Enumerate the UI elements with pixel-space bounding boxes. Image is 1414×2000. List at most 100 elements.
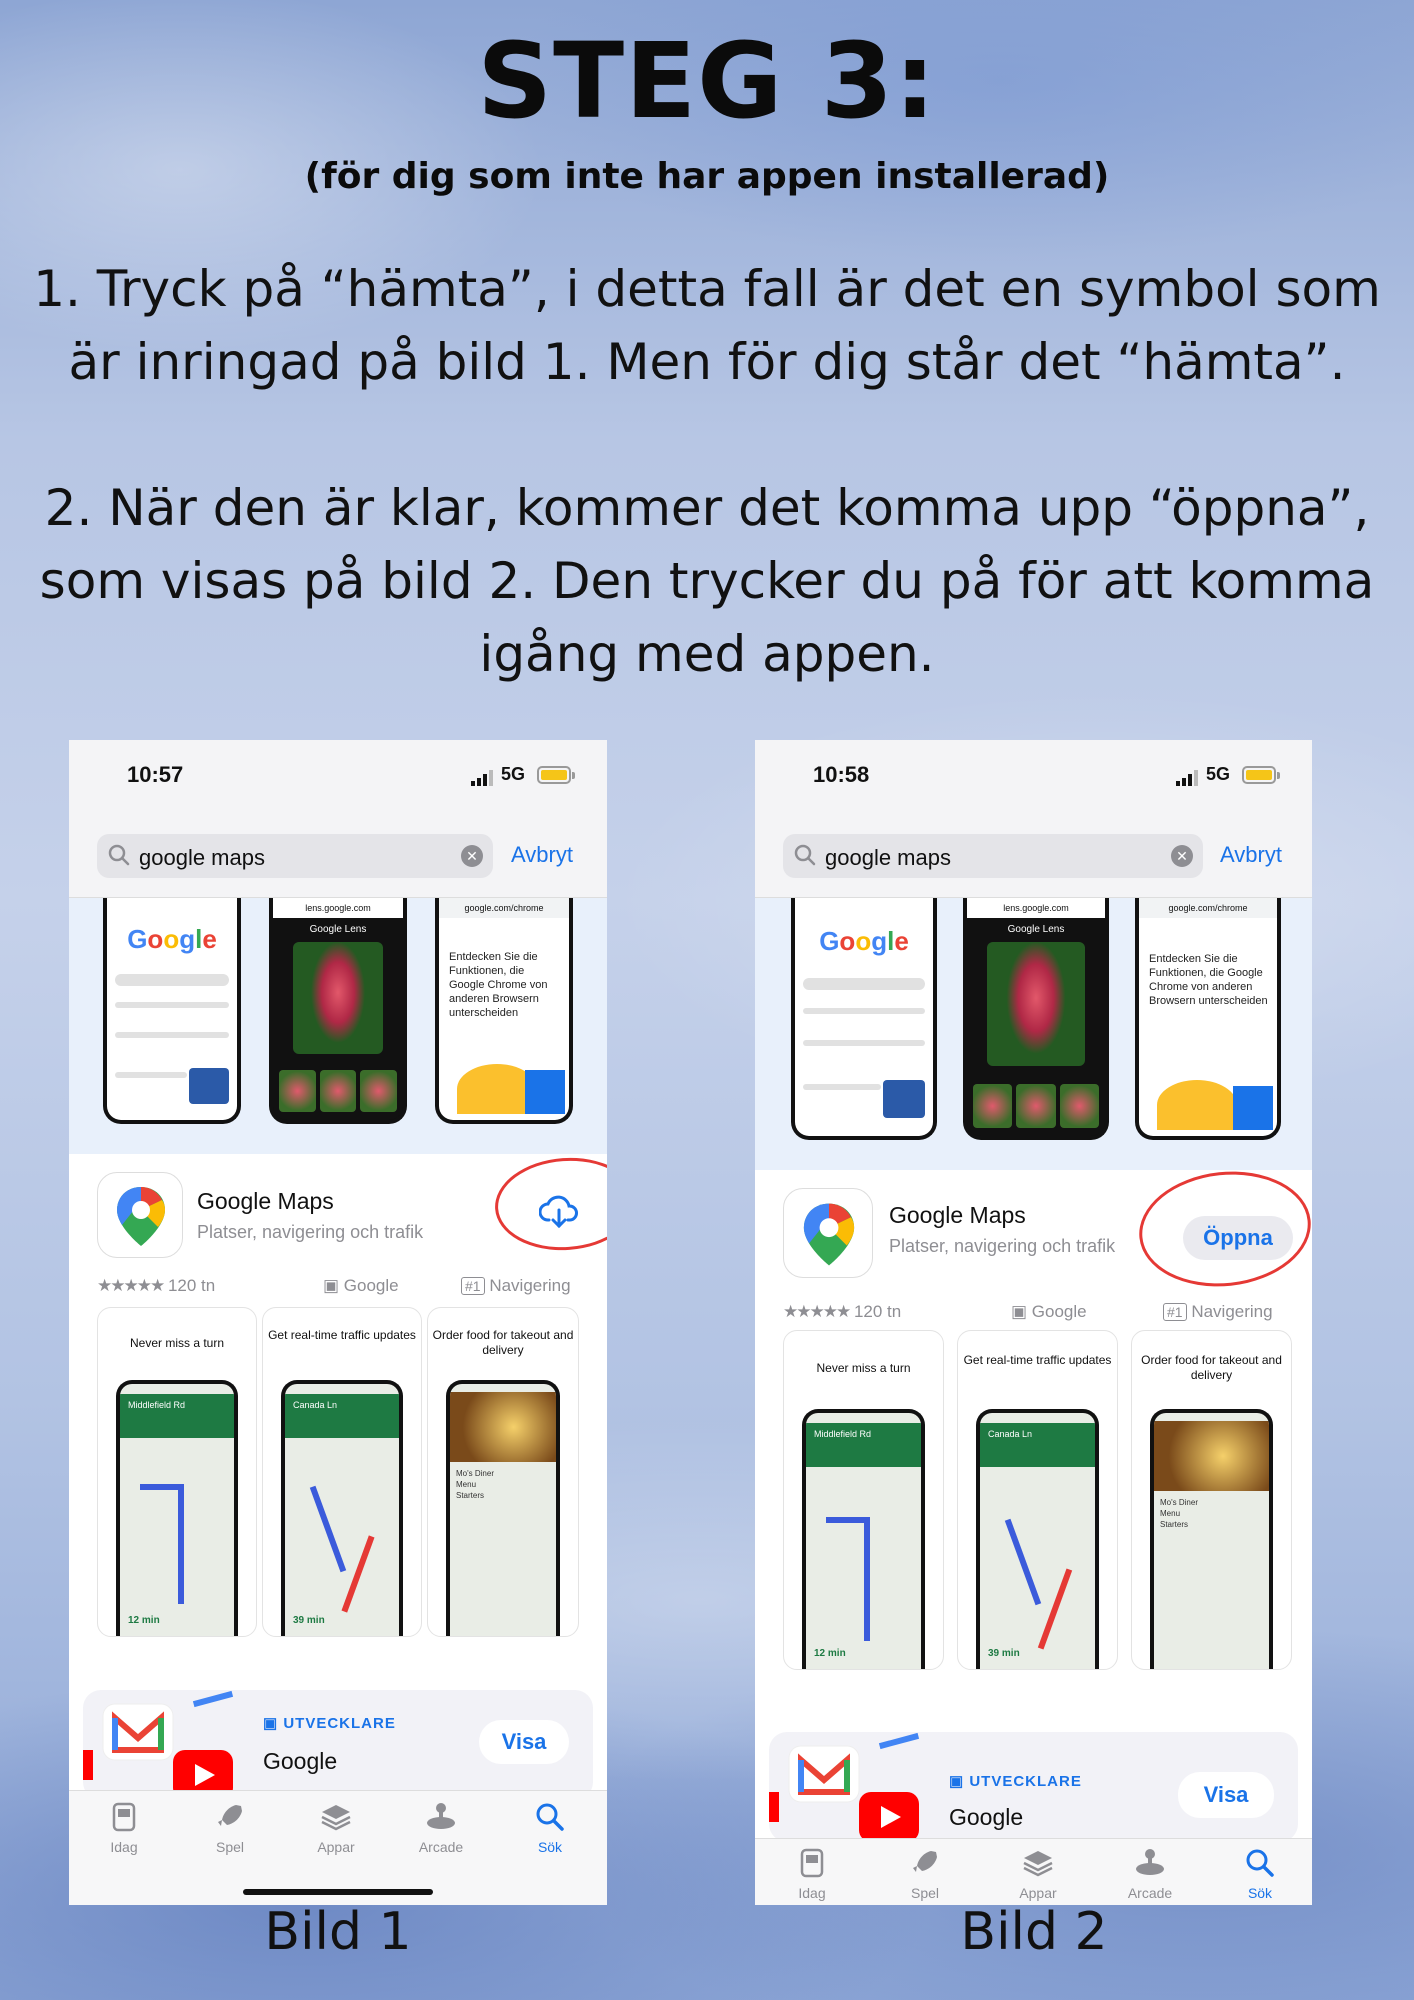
visa-button[interactable]: Visa bbox=[479, 1720, 569, 1764]
layers-icon bbox=[321, 1805, 351, 1831]
menu-preview: Mo's Diner Menu Starters bbox=[1160, 1498, 1198, 1529]
app-meta-row: ★★★★★ 120 tn ▣ Google #1 Navigering bbox=[97, 1276, 571, 1296]
rating-stars: ★★★★★ bbox=[783, 1302, 851, 1321]
app-screenshots-row[interactable]: Google lens.google.com Google Lens googl… bbox=[69, 898, 607, 1154]
tab-label: Idag bbox=[798, 1885, 826, 1901]
lens-url-bar: lens.google.com bbox=[967, 898, 1105, 918]
preview-caption: Never miss a turn bbox=[129, 1336, 225, 1350]
tab-sok[interactable]: Sök bbox=[1215, 1847, 1305, 1901]
screenshot-chrome: google.com/chrome Entdecken Sie die Funk… bbox=[1135, 898, 1281, 1140]
google-maps-app-icon[interactable] bbox=[97, 1172, 183, 1258]
tab-appar[interactable]: Appar bbox=[291, 1801, 381, 1855]
app-name[interactable]: Google Maps bbox=[197, 1188, 334, 1215]
preview-caption: Order food for takeout and delivery bbox=[1141, 1353, 1282, 1382]
search-query: google maps bbox=[139, 845, 265, 870]
tab-label: Arcade bbox=[418, 1839, 464, 1855]
google-maps-app-icon[interactable] bbox=[783, 1188, 873, 1278]
app-subtitle: Platser, navigering och trafik bbox=[197, 1222, 424, 1242]
preview-caption: Get real-time traffic updates bbox=[268, 1328, 416, 1342]
search-query: google maps bbox=[825, 845, 951, 870]
signal-icon bbox=[471, 770, 493, 786]
lens-url-bar: lens.google.com bbox=[273, 898, 403, 918]
app-name[interactable]: Google Maps bbox=[889, 1202, 1026, 1229]
preview-card: Never miss a turn Middlefield Rd 12 min bbox=[97, 1307, 257, 1637]
cancel-button[interactable]: Avbryt bbox=[1220, 842, 1282, 868]
preview-image bbox=[189, 1068, 229, 1104]
instruction-step-2: 2. När den är klar, kommer det komma upp… bbox=[39, 479, 1375, 683]
developer-name: Google bbox=[949, 1804, 1024, 1830]
preview-line bbox=[115, 1072, 187, 1078]
today-icon bbox=[112, 1802, 136, 1832]
developer-name: Google bbox=[263, 1748, 338, 1774]
preview-card: Get real-time traffic updates Canada Ln … bbox=[957, 1330, 1118, 1670]
red-circle-highlight bbox=[1133, 1163, 1312, 1295]
developer-apps-art bbox=[83, 1690, 234, 1800]
screenshot-google-lens: lens.google.com Google Lens bbox=[963, 898, 1109, 1140]
eta-label: 12 min bbox=[814, 1648, 846, 1659]
preview-line bbox=[803, 1008, 925, 1014]
preview-line bbox=[803, 1040, 925, 1046]
visa-button[interactable]: Visa bbox=[1178, 1772, 1274, 1818]
clear-search-icon[interactable]: ✕ bbox=[461, 845, 483, 867]
today-icon bbox=[800, 1848, 824, 1878]
app-listing-google-maps[interactable]: Google Maps Platser, navigering och traf… bbox=[755, 1163, 1312, 1321]
flower-image bbox=[293, 942, 383, 1054]
app-screenshots-row[interactable]: Google lens.google.com Google Lens googl… bbox=[755, 898, 1312, 1170]
screenshot-chrome: google.com/chrome Entdecken Sie die Funk… bbox=[435, 898, 573, 1124]
nav-banner: Middlefield Rd bbox=[806, 1423, 921, 1467]
app-listing-google-maps[interactable]: Google Maps Platser, navigering och traf… bbox=[69, 1153, 607, 1302]
chrome-heading: Entdecken Sie die Funktionen, die Google… bbox=[1149, 953, 1268, 1007]
page-title: STEG 3: bbox=[477, 20, 937, 142]
google-logo: Google bbox=[127, 924, 217, 954]
tab-bar: Idag Spel Appar Arcade Sök bbox=[755, 1838, 1312, 1905]
search-input[interactable]: google maps ✕ bbox=[97, 834, 493, 878]
search-icon bbox=[794, 844, 816, 866]
clear-search-icon[interactable]: ✕ bbox=[1171, 845, 1193, 867]
home-indicator[interactable] bbox=[243, 1889, 433, 1895]
screenshot-google-lens: lens.google.com Google Lens bbox=[269, 898, 407, 1124]
preview-phone: Middlefield Rd 12 min bbox=[802, 1409, 925, 1669]
signal-icon bbox=[1176, 770, 1198, 786]
tab-spel[interactable]: Spel bbox=[185, 1801, 275, 1855]
status-time: 10:57 bbox=[127, 762, 184, 787]
tab-idag[interactable]: Idag bbox=[79, 1801, 169, 1855]
tab-label: Spel bbox=[215, 1839, 245, 1855]
developer-card[interactable]: ▣ UTVECKLARE Google Visa bbox=[83, 1690, 593, 1800]
preview-phone: Canada Ln 39 min bbox=[976, 1409, 1099, 1669]
eta-label: 39 min bbox=[293, 1615, 325, 1626]
cancel-button[interactable]: Avbryt bbox=[511, 842, 573, 868]
tab-idag[interactable]: Idag bbox=[767, 1847, 857, 1901]
rocket-icon bbox=[913, 1851, 937, 1872]
caption-bild-1: Bild 1 bbox=[264, 1902, 412, 1962]
tab-appar[interactable]: Appar bbox=[993, 1847, 1083, 1901]
developer-card[interactable]: ▣ UTVECKLARE Google Visa bbox=[769, 1732, 1298, 1842]
tab-sok[interactable]: Sök bbox=[505, 1801, 595, 1855]
preview-image bbox=[883, 1080, 925, 1118]
preview-card: Order food for takeout and delivery Mo's… bbox=[1131, 1330, 1292, 1670]
category-rank: #1 Navigering bbox=[461, 1276, 571, 1296]
preview-phone: Mo's Diner Menu Starters bbox=[446, 1380, 560, 1636]
rocket-icon bbox=[218, 1805, 242, 1826]
screenshot-google-search: Google bbox=[103, 898, 241, 1124]
tab-arcade[interactable]: Arcade bbox=[396, 1801, 486, 1855]
route-line bbox=[1037, 1568, 1073, 1650]
blue-illustration bbox=[525, 1070, 565, 1114]
preview-card: Order food for takeout and delivery Mo's… bbox=[427, 1307, 579, 1637]
tab-arcade[interactable]: Arcade bbox=[1105, 1847, 1195, 1901]
app-preview-row[interactable]: Never miss a turn Middlefield Rd 12 min … bbox=[783, 1330, 1292, 1670]
app-subtitle: Platser, navigering och trafik bbox=[889, 1236, 1116, 1256]
tab-spel[interactable]: Spel bbox=[880, 1847, 970, 1901]
search-input[interactable]: google maps ✕ bbox=[783, 834, 1203, 878]
tab-label: Idag bbox=[110, 1839, 138, 1855]
search-icon bbox=[108, 844, 130, 866]
app-meta-row: ★★★★★ 120 tn ▣ Google #1 Navigering bbox=[783, 1302, 1273, 1322]
tab-label: Appar bbox=[317, 1839, 355, 1855]
route-line bbox=[864, 1517, 870, 1641]
joystick-icon bbox=[427, 1803, 455, 1829]
app-preview-row[interactable]: Never miss a turn Middlefield Rd 12 min … bbox=[97, 1307, 579, 1637]
caption-bild-2: Bild 2 bbox=[960, 1902, 1108, 1962]
status-time: 10:58 bbox=[813, 762, 870, 787]
preview-card: Never miss a turn Middlefield Rd 12 min bbox=[783, 1330, 944, 1670]
category-rank: #1 Navigering bbox=[1163, 1302, 1273, 1322]
nav-banner: Canada Ln bbox=[285, 1394, 399, 1438]
